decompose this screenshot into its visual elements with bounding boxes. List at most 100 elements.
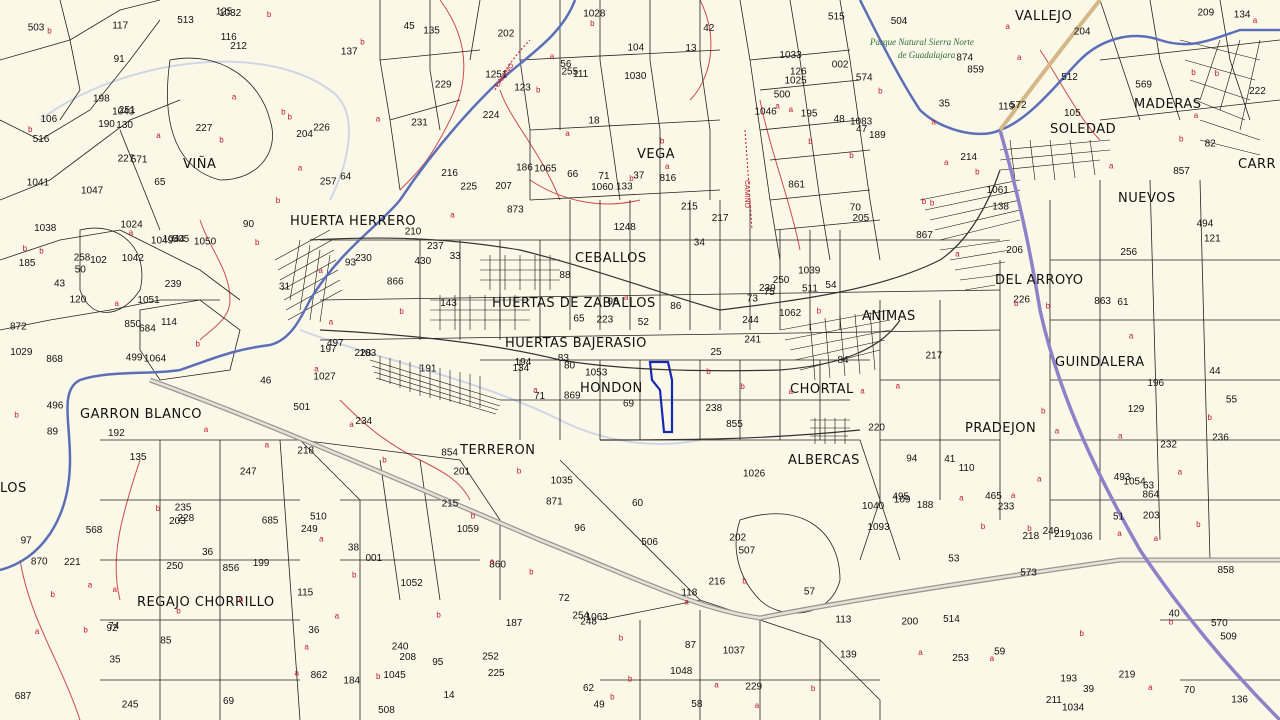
parcel-number[interactable]: 105 (1064, 108, 1081, 119)
parcel-number[interactable]: 493 (1114, 472, 1131, 483)
parcel-number[interactable]: 39 (1083, 684, 1095, 695)
parcel-number[interactable]: 209 (1198, 7, 1215, 18)
parcel-number[interactable]: 515 (828, 11, 845, 22)
parcel-number[interactable]: 241 (744, 334, 761, 345)
parcel-number[interactable]: 53 (948, 554, 960, 565)
parcel-number[interactable]: 231 (411, 118, 428, 129)
parcel-number[interactable]: 71 (598, 171, 610, 182)
parcel-number[interactable]: 496 (47, 401, 64, 412)
parcel-number[interactable]: 1025 (785, 76, 808, 87)
parcel-number[interactable]: 250 (773, 275, 790, 286)
parcel-number[interactable]: 82 (1205, 138, 1217, 149)
parcel-number[interactable]: 871 (546, 497, 563, 508)
parcel-number[interactable]: 1053 (585, 368, 608, 379)
parcel-number[interactable]: 568 (86, 525, 103, 536)
parcel-number[interactable]: 569 (1135, 79, 1152, 90)
parcel-number[interactable]: 245 (122, 699, 139, 710)
parcel-number[interactable]: 1251 (485, 69, 508, 80)
parcel-number[interactable]: 94 (906, 453, 918, 464)
parcel-number[interactable]: 1248 (614, 222, 637, 233)
parcel-number[interactable]: 70 (850, 203, 862, 214)
parcel-number[interactable]: 87 (685, 640, 697, 651)
parcel-number[interactable]: 65 (154, 177, 166, 188)
parcel-number[interactable]: 199 (253, 558, 270, 569)
parcel-number[interactable]: 206 (1006, 245, 1023, 256)
parcel-number[interactable]: 214 (960, 152, 977, 163)
parcel-number[interactable]: 1029 (10, 347, 33, 358)
parcel-number[interactable]: 136 (1231, 695, 1248, 706)
parcel-number[interactable]: 65 (573, 314, 585, 325)
parcel-number[interactable]: 50 (75, 264, 87, 275)
parcel-number[interactable]: 208 (399, 652, 416, 663)
parcel-number[interactable]: 61 (1117, 297, 1129, 308)
parcel-number[interactable]: 1026 (743, 469, 766, 480)
parcel-number[interactable]: 574 (856, 73, 873, 84)
parcel-number[interactable]: 70 (1184, 685, 1196, 696)
parcel-number[interactable]: 250 (166, 561, 183, 572)
parcel-number[interactable]: 187 (506, 618, 523, 629)
parcel-number[interactable]: 854 (441, 447, 458, 458)
parcel-number[interactable]: 1050 (194, 236, 217, 247)
parcel-number[interactable]: 200 (902, 617, 919, 628)
parcel-number[interactable]: 236 (1212, 432, 1229, 443)
parcel-number[interactable]: 465 (985, 491, 1002, 502)
parcel-number[interactable]: 72 (559, 593, 571, 604)
parcel-number[interactable]: 684 (139, 323, 156, 334)
parcel-number[interactable]: 186 (516, 162, 533, 173)
parcel-number[interactable]: 874 (956, 53, 973, 64)
parcel-number[interactable]: 211 (1046, 695, 1062, 706)
parcel-number[interactable]: 117 (112, 21, 128, 32)
parcel-number[interactable]: 69 (623, 399, 635, 410)
parcel-number[interactable]: 507 (739, 546, 756, 557)
parcel-number[interactable]: 257 (320, 177, 337, 188)
parcel-number[interactable]: 430 (415, 256, 432, 267)
parcel-number[interactable]: 192 (108, 428, 125, 439)
parcel-number[interactable]: 216 (441, 168, 458, 179)
parcel-number[interactable]: 194 (515, 357, 532, 368)
parcel-number[interactable]: 36 (308, 625, 320, 636)
parcel-number[interactable]: 247 (240, 466, 257, 477)
parcel-number[interactable]: 1061 (987, 185, 1010, 196)
parcel-number[interactable]: 35 (110, 654, 122, 665)
parcel-number[interactable]: 232 (1160, 440, 1177, 451)
parcel-number[interactable]: 228 (355, 348, 372, 359)
parcel-number[interactable]: 228 (178, 513, 195, 524)
parcel-number[interactable]: 195 (801, 109, 818, 120)
parcel-number[interactable]: 1064 (144, 354, 167, 365)
parcel-number[interactable]: 96 (574, 523, 586, 534)
parcel-number[interactable]: 685 (262, 516, 279, 527)
parcel-number[interactable]: 1062 (779, 308, 802, 319)
parcel-number[interactable]: 217 (926, 351, 943, 362)
parcel-number[interactable]: 516 (33, 134, 50, 145)
parcel-number[interactable]: 1034 (1062, 702, 1085, 713)
parcel-number[interactable]: 207 (495, 181, 512, 192)
parcel-number[interactable]: 135 (130, 452, 147, 463)
parcel-number[interactable]: 514 (943, 614, 960, 625)
parcel-number[interactable]: 495 (892, 491, 909, 502)
parcel-number[interactable]: 220 (868, 423, 885, 434)
parcel-number[interactable]: 48 (834, 114, 846, 125)
parcel-number[interactable]: 31 (279, 282, 291, 293)
parcel-number[interactable]: 252 (482, 652, 499, 663)
parcel-number[interactable]: 226 (313, 122, 330, 133)
parcel-number[interactable]: 191 (420, 363, 437, 374)
parcel-number[interactable]: 25 (711, 347, 723, 358)
parcel-number[interactable]: 001 (366, 553, 383, 564)
parcel-number[interactable]: 866 (387, 276, 404, 287)
parcel-number[interactable]: 249 (301, 524, 318, 535)
parcel-number[interactable]: 47 (856, 124, 868, 135)
parcel-number[interactable]: 205 (853, 213, 870, 224)
parcel-number[interactable]: 509 (1220, 631, 1237, 642)
parcel-number[interactable]: 104 (628, 42, 645, 53)
parcel-number[interactable]: 102 (90, 255, 107, 266)
parcel-number[interactable]: 52 (638, 317, 650, 328)
parcel-number[interactable]: 44 (1209, 366, 1221, 377)
parcel-number[interactable]: 571 (131, 155, 148, 166)
parcel-number[interactable]: 506 (641, 537, 658, 548)
parcel-number[interactable]: 002 (832, 60, 849, 71)
map-canvas[interactable]: Parque Natural Sierra Norte de Guadalaja… (0, 0, 1280, 720)
parcel-number[interactable]: 255 (562, 66, 579, 77)
parcel-number[interactable]: 1048 (670, 666, 693, 677)
parcel-number[interactable]: 234 (355, 416, 372, 427)
parcel-number[interactable]: 184 (343, 676, 360, 687)
